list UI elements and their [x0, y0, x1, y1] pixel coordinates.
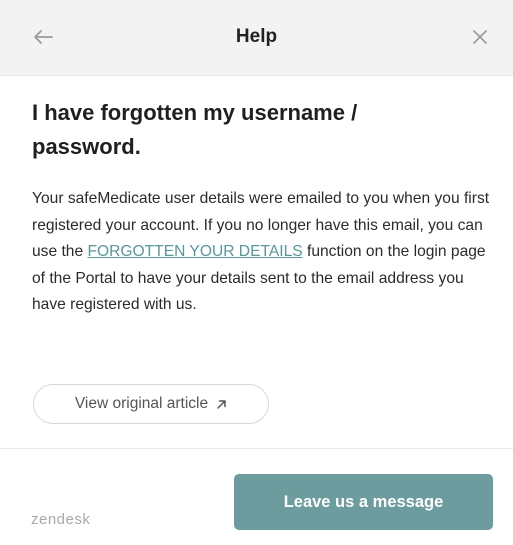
widget-header: Help: [0, 0, 513, 76]
zendesk-logo: zendesk: [31, 511, 91, 528]
article-body: Your safeMedicate user details were emai…: [32, 186, 492, 319]
help-widget: Help I have forgotten my username / pass…: [0, 0, 513, 545]
leave-message-button[interactable]: Leave us a message: [234, 474, 493, 530]
view-original-article-button[interactable]: View original article: [33, 384, 269, 424]
close-button[interactable]: [465, 22, 495, 52]
view-original-label: View original article: [74, 395, 209, 412]
close-icon: [473, 30, 487, 44]
external-link-icon: [216, 399, 227, 410]
footer-divider: [0, 448, 513, 449]
header-title: Help: [235, 26, 278, 47]
article-title: I have forgotten my username / password.: [32, 100, 358, 159]
forgotten-details-link[interactable]: FORGOTTEN YOUR DETAILS: [87, 243, 302, 260]
